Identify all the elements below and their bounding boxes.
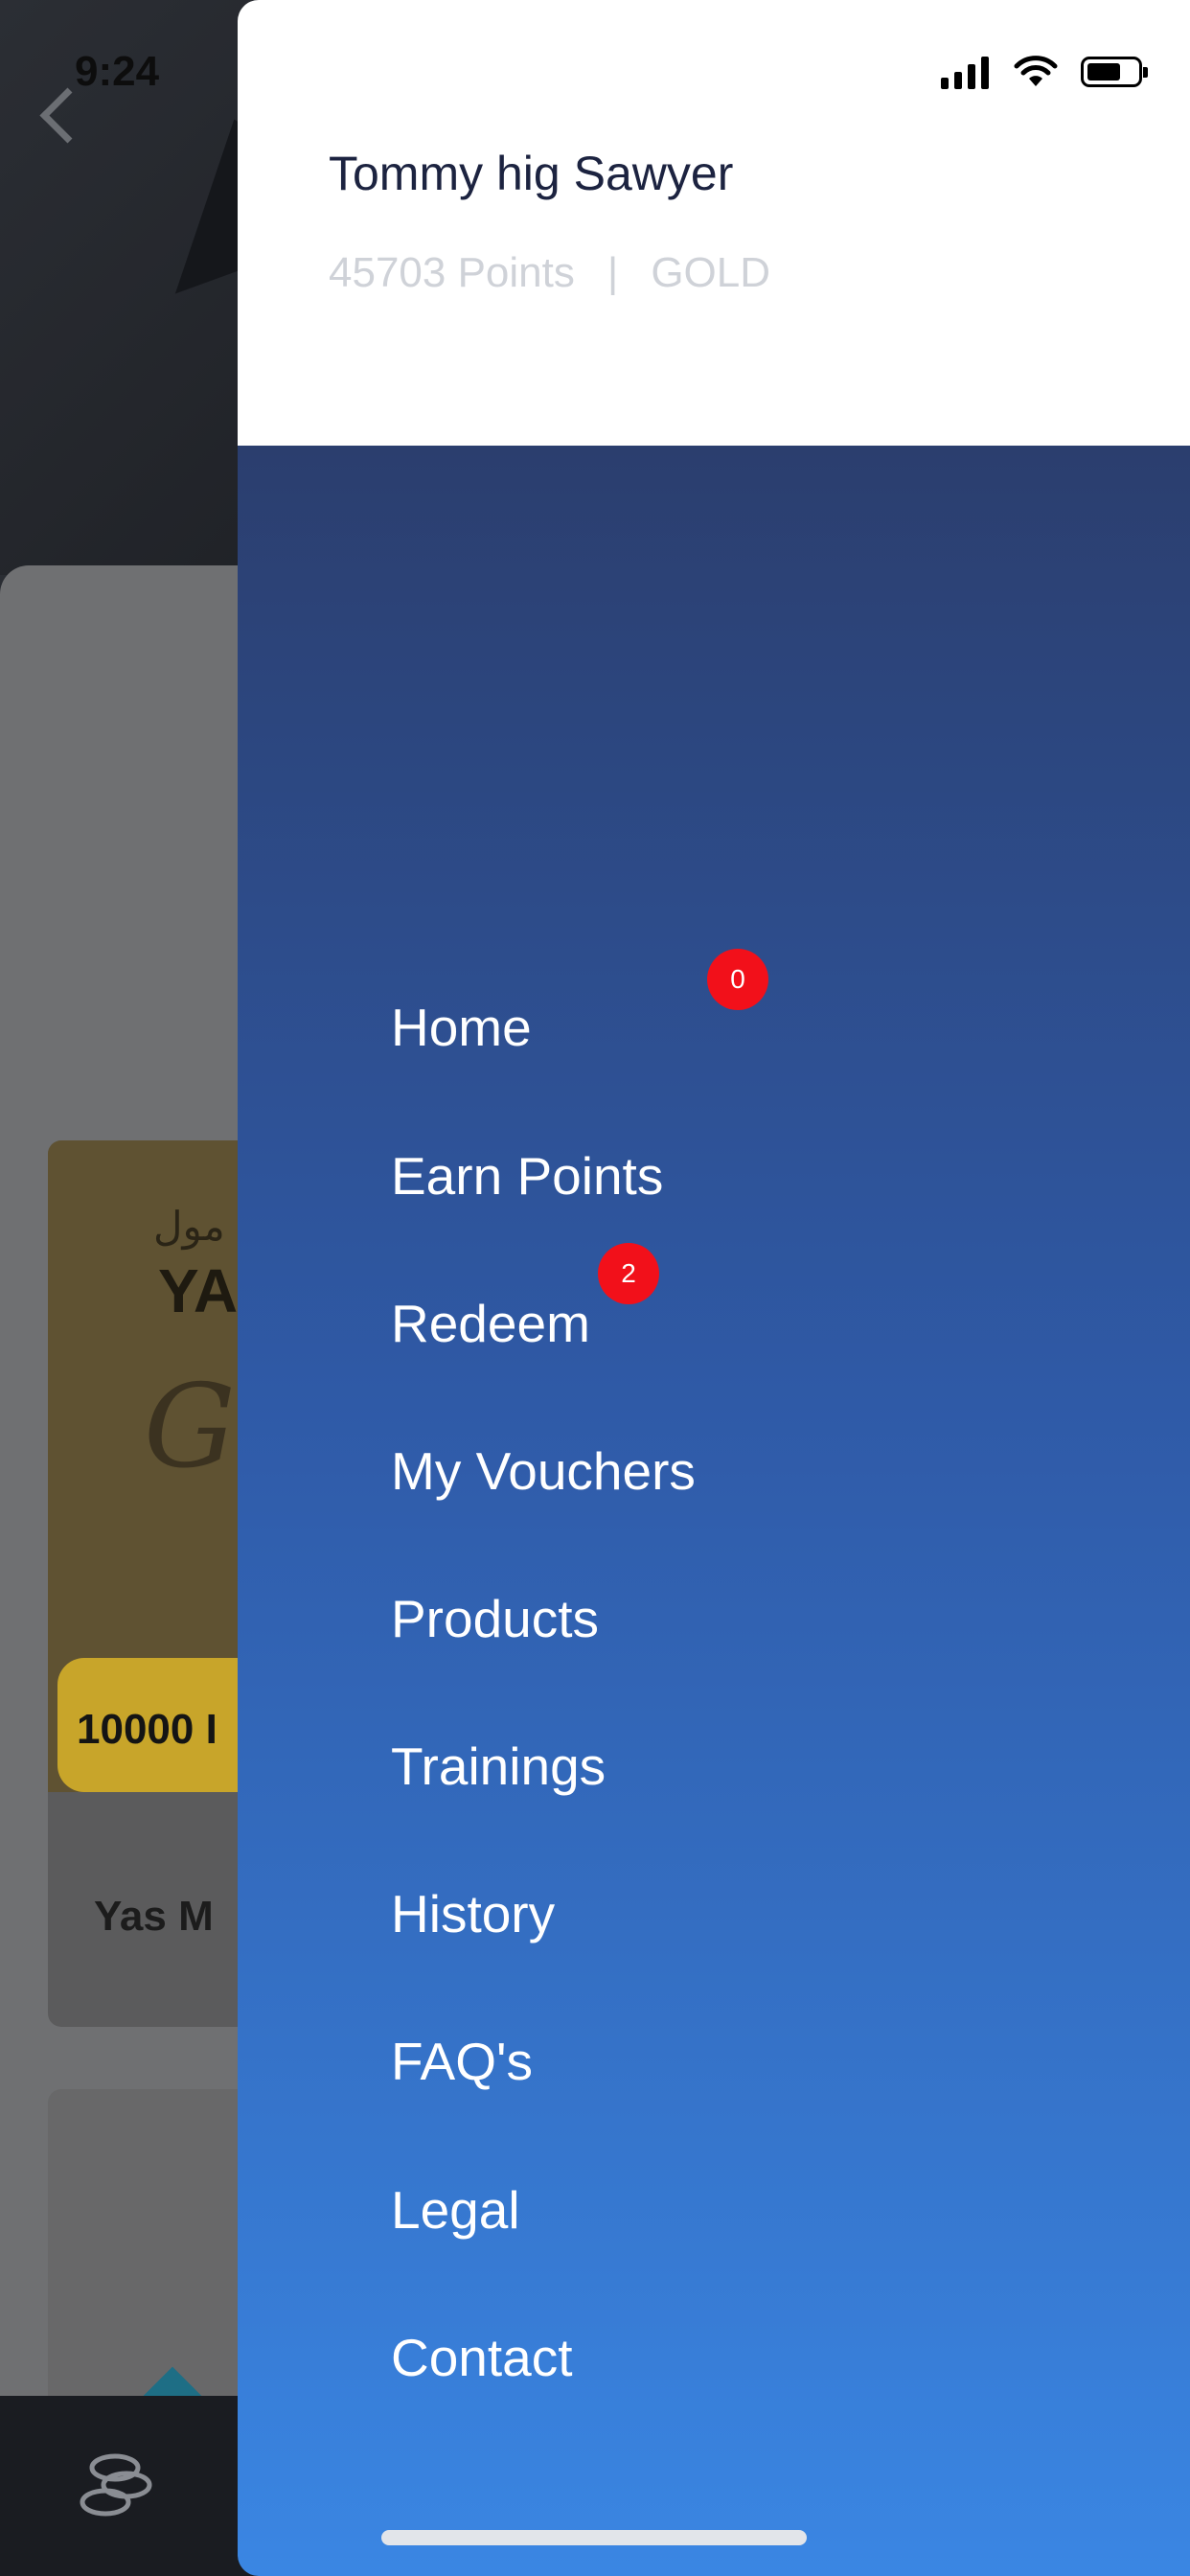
menu-item-faqs[interactable]: FAQ's [391,2018,533,2104]
user-name: Tommy hig Sawyer [329,147,734,200]
card-logo-arabic: مول [153,1203,225,1250]
menu-item-label: Earn Points [391,1146,664,1206]
menu-item-trainings[interactable]: Trainings [391,1723,606,1809]
menu-item-history[interactable]: History [391,1871,555,1957]
menu-item-my-vouchers[interactable]: My Vouchers [391,1428,696,1514]
wifi-icon [1014,56,1058,86]
menu-item-label: FAQ's [391,2032,534,2091]
menu-item-label: Home [391,998,532,1057]
status-time: 9:24 [75,48,160,95]
user-points: 45703 Points [329,249,575,296]
menu-item-earn-points[interactable]: Earn Points [391,1133,663,1219]
card-name: Yas M [94,1893,214,1940]
card-script-logo: G [144,1361,236,1494]
side-drawer: Tommy hig Sawyer 45703 Points | GOLD Hom… [238,0,1190,2576]
card-logo-text: YA [158,1256,239,1325]
vouchers-badge: 0 [707,949,768,1010]
coins-icon[interactable] [77,2449,163,2525]
home-indicator [381,2530,807,2545]
menu-item-legal[interactable]: Legal [391,2167,520,2253]
menu-item-products[interactable]: Products [391,1576,599,1662]
menu-item-label: Trainings [391,1736,606,1796]
drawer-header: Tommy hig Sawyer 45703 Points | GOLD [238,0,1190,446]
card-points: 10000 I [77,1706,217,1753]
menu-item-label: Products [391,1589,600,1648]
menu-item-label: My Vouchers [391,1441,696,1501]
trainings-badge: 2 [598,1243,659,1304]
menu-item-home[interactable]: Home [391,984,532,1070]
drawer-menu-panel: Home Earn Points Redeem My Vouchers Prod… [238,446,1190,2576]
battery-icon [1081,57,1148,87]
meta-separator: | [606,249,619,296]
menu-item-label: History [391,1884,556,1944]
signal-icon [941,55,989,89]
user-tier: GOLD [651,249,771,296]
user-meta: 45703 Points | GOLD [329,249,770,297]
menu-item-redeem[interactable]: Redeem [391,1280,590,1367]
status-icons [941,53,1148,91]
menu-item-contact[interactable]: Contact [391,2314,573,2401]
menu-item-label: Legal [391,2180,520,2240]
menu-item-label: Contact [391,2328,573,2387]
menu-item-label: Redeem [391,1294,590,1353]
